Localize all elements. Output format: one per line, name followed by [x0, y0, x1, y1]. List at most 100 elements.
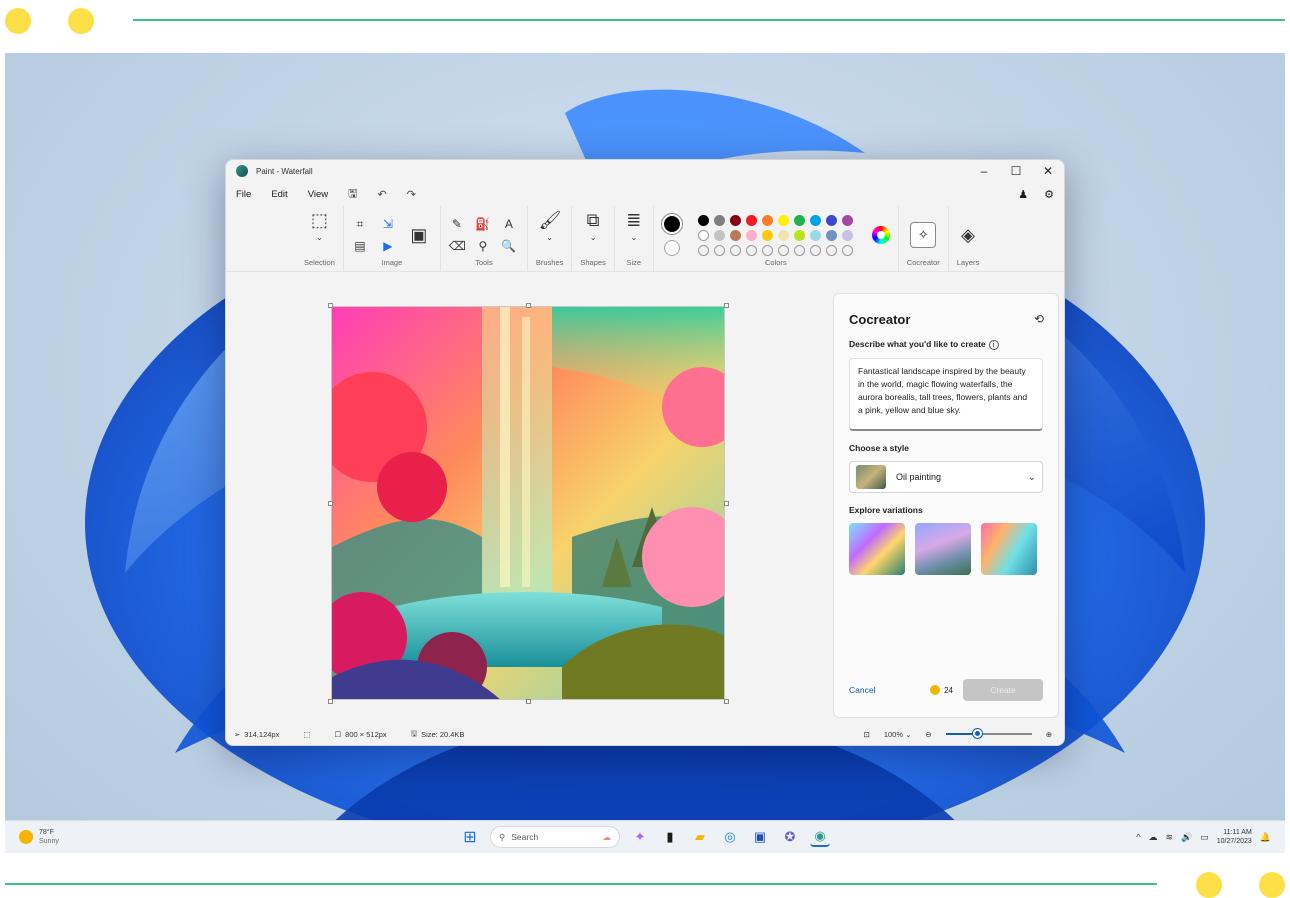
volume-icon[interactable]: 🔊 [1181, 832, 1192, 843]
rotate-icon[interactable]: ▶ [380, 238, 396, 254]
color-swatch[interactable] [761, 214, 773, 226]
color-swatch[interactable] [729, 214, 741, 226]
color-swatch[interactable] [841, 214, 853, 226]
resize-handle[interactable] [526, 699, 531, 704]
custom-color-slot[interactable] [809, 244, 821, 256]
fit-to-window-icon[interactable]: ⊡ [864, 730, 870, 739]
color-swatch[interactable] [841, 229, 853, 241]
windows-start-icon[interactable]: ⊞ [460, 827, 480, 847]
image-select-icon[interactable]: ▤ [352, 238, 368, 254]
shapes-icon[interactable]: ⧉ [582, 211, 604, 229]
brush-icon[interactable]: 🖌 [539, 211, 562, 229]
undo-icon[interactable]: ↶ [377, 188, 386, 201]
custom-color-slot[interactable] [713, 244, 725, 256]
color-swatch[interactable] [713, 214, 725, 226]
history-icon[interactable]: ⟲ [1034, 312, 1044, 326]
crop-icon[interactable]: ⌗ [352, 216, 368, 232]
maximize-button[interactable]: ☐ [1000, 164, 1032, 178]
edge-browser-icon[interactable]: ◎ [720, 827, 740, 847]
zoom-in-icon[interactable]: ⊕ [1046, 730, 1052, 739]
store-icon[interactable]: ▣ [750, 827, 770, 847]
cocreator-sparkle-icon[interactable]: ✧ [910, 222, 937, 248]
color-swatch[interactable] [809, 214, 821, 226]
copilot-icon[interactable]: ✦ [630, 827, 650, 847]
custom-color-slot[interactable] [729, 244, 741, 256]
chevron-down-icon[interactable]: ⌄ [311, 230, 327, 246]
prompt-textarea[interactable]: Fantastical landscape inspired by the be… [849, 358, 1043, 431]
resize-icon[interactable]: ⇲ [380, 216, 396, 232]
color-swatch[interactable] [793, 229, 805, 241]
redo-icon[interactable]: ↷ [407, 188, 416, 201]
variation-thumbnail[interactable] [915, 523, 971, 575]
color-swatch[interactable] [697, 229, 709, 241]
color-swatch[interactable] [777, 229, 789, 241]
color-swatch[interactable] [713, 229, 725, 241]
custom-color-slot[interactable] [697, 244, 709, 256]
color-swatch[interactable] [793, 214, 805, 226]
zoom-out-icon[interactable]: ⊖ [925, 730, 931, 739]
taskbar-search[interactable]: ⚲ Search ☁ [490, 826, 620, 848]
resize-handle[interactable] [724, 699, 729, 704]
chevron-down-icon[interactable]: ⌄ [585, 230, 601, 246]
account-icon[interactable]: ♟ [1018, 188, 1028, 201]
settings-gear-icon[interactable]: ⚙ [1044, 188, 1054, 201]
selection-rectangle-icon[interactable]: ⬚ [308, 211, 330, 229]
color-swatch[interactable] [729, 229, 741, 241]
menu-file[interactable]: File [236, 189, 251, 200]
menu-view[interactable]: View [308, 189, 328, 200]
menu-edit[interactable]: Edit [271, 189, 287, 200]
magnifier-icon[interactable]: 🔍 [501, 238, 517, 254]
eraser-icon[interactable]: ⌫ [449, 238, 466, 254]
cancel-button[interactable]: Cancel [849, 685, 875, 695]
resize-handle[interactable] [724, 303, 729, 308]
notification-bell-icon[interactable]: 🔔 [1260, 832, 1271, 843]
close-button[interactable]: ✕ [1032, 164, 1064, 178]
color-swatch[interactable] [697, 214, 709, 226]
weather-widget[interactable]: 78°F Sunny [19, 828, 59, 846]
color-swatch[interactable] [825, 229, 837, 241]
chevron-down-icon[interactable]: ⌄ [542, 230, 558, 246]
variation-thumbnail[interactable] [981, 523, 1037, 575]
resize-handle[interactable] [526, 303, 531, 308]
custom-color-slot[interactable] [825, 244, 837, 256]
minimize-button[interactable]: – [968, 164, 1000, 178]
clock[interactable]: 11:11 AM 10/27/2023 [1217, 828, 1252, 846]
zoom-slider-thumb[interactable] [973, 729, 983, 738]
teams-icon[interactable]: ✪ [780, 827, 800, 847]
paint-taskbar-icon[interactable]: ◉ [810, 827, 830, 847]
secondary-color-swatch[interactable] [663, 240, 680, 256]
layers-icon[interactable]: ◈ [957, 226, 979, 244]
info-icon[interactable]: i [988, 340, 999, 350]
custom-color-slot[interactable] [777, 244, 789, 256]
style-dropdown[interactable]: Oil painting ⌄ [849, 461, 1043, 493]
color-picker-icon[interactable]: ⚲ [475, 238, 491, 254]
color-swatch[interactable] [745, 229, 757, 241]
onedrive-cloud-icon[interactable]: ☁ [1148, 832, 1157, 843]
file-explorer-icon[interactable]: ▰ [690, 827, 710, 847]
custom-color-slot[interactable] [841, 244, 853, 256]
text-tool-icon[interactable]: A [501, 216, 517, 232]
color-swatch[interactable] [825, 214, 837, 226]
resize-handle[interactable] [328, 699, 333, 704]
resize-handle[interactable] [328, 501, 333, 506]
canvas-image[interactable] [331, 306, 725, 700]
custom-color-slot[interactable] [793, 244, 805, 256]
wifi-icon[interactable]: ≋ [1165, 832, 1173, 843]
create-button[interactable]: Create [963, 679, 1043, 701]
chevron-up-icon[interactable]: ^ [1136, 832, 1140, 842]
zoom-dropdown[interactable]: 100% ⌄ [884, 730, 912, 739]
stroke-size-icon[interactable]: ≣ [623, 211, 645, 229]
image-background-icon[interactable]: ▣ [408, 226, 430, 244]
primary-color-swatch[interactable] [661, 214, 682, 234]
fill-bucket-icon[interactable]: ⛽ [475, 216, 491, 232]
variation-thumbnail[interactable] [849, 523, 905, 575]
custom-color-slot[interactable] [745, 244, 757, 256]
zoom-slider[interactable] [945, 729, 1032, 738]
edit-colors-wheel-icon[interactable] [871, 226, 890, 244]
custom-color-slot[interactable] [761, 244, 773, 256]
pencil-icon[interactable]: ✎ [449, 216, 465, 232]
color-swatch[interactable] [761, 229, 773, 241]
save-icon[interactable]: 🖫 [348, 185, 357, 204]
resize-handle[interactable] [724, 501, 729, 506]
battery-icon[interactable]: ▭ [1200, 832, 1209, 843]
